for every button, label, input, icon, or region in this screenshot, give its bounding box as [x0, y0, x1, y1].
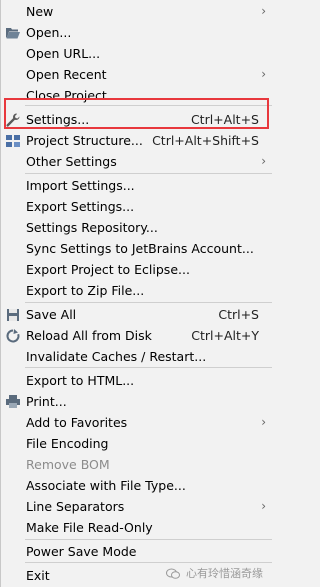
watermark: 心有玲惜涵奇缘 — [165, 565, 263, 583]
submenu-arrow-icon: › — [261, 4, 266, 18]
menu-item-label: Reload All from Disk — [26, 328, 152, 343]
menu-item-open-recent[interactable]: Open Recent › — [1, 64, 272, 85]
menu-item-print[interactable]: Print... — [1, 391, 272, 412]
wechat-icon — [165, 568, 180, 579]
menu-item-export-settings[interactable]: Export Settings... — [1, 196, 272, 217]
menu-item-label: Save All — [26, 307, 77, 322]
submenu-arrow-icon: › — [261, 499, 266, 513]
menu-item-shortcut: Ctrl+Alt+Shift+S — [152, 133, 259, 148]
menu-separator — [25, 539, 272, 540]
menu-item-import-settings[interactable]: Import Settings... — [1, 175, 272, 196]
menu-item-label: Open Recent — [26, 67, 107, 82]
menu-separator — [25, 367, 272, 368]
folder-open-icon — [5, 25, 21, 41]
menu-separator — [25, 173, 272, 174]
menu-item-label: Import Settings... — [26, 178, 135, 193]
file-menu: New › Open... Open URL... Open Recent › … — [0, 0, 272, 587]
menu-item-power-save-mode[interactable]: Power Save Mode — [1, 541, 272, 562]
menu-item-label: Export to HTML... — [26, 373, 135, 388]
menu-item-make-read-only[interactable]: Make File Read-Only — [1, 517, 272, 538]
save-icon — [5, 307, 21, 323]
menu-item-shortcut: Ctrl+Alt+Y — [191, 328, 259, 343]
menu-item-label: Power Save Mode — [26, 544, 137, 559]
menu-item-label: Export to Zip File... — [26, 283, 145, 298]
menu-item-reload-all[interactable]: Reload All from Disk Ctrl+Alt+Y — [1, 325, 272, 346]
menu-item-export-zip[interactable]: Export to Zip File... — [1, 280, 272, 301]
menu-item-remove-bom: Remove BOM — [1, 454, 272, 475]
menu-item-label: Settings Repository... — [26, 220, 158, 235]
menu-item-label: Print... — [26, 394, 67, 409]
menu-separator — [25, 562, 272, 563]
menu-item-label: Open URL... — [26, 46, 101, 61]
menu-item-save-all[interactable]: Save All Ctrl+S — [1, 304, 272, 325]
menu-item-add-to-favorites[interactable]: Add to Favorites › — [1, 412, 272, 433]
menu-item-project-structure[interactable]: Project Structure... Ctrl+Alt+Shift+S — [1, 130, 272, 151]
menu-item-label: File Encoding — [26, 436, 109, 451]
menu-item-file-encoding[interactable]: File Encoding — [1, 433, 272, 454]
menu-item-label: Other Settings — [26, 154, 117, 169]
printer-icon — [5, 394, 21, 410]
menu-item-label: Line Separators — [26, 499, 125, 514]
menu-item-associate-file-type[interactable]: Associate with File Type... — [1, 475, 272, 496]
menu-item-open-url[interactable]: Open URL... — [1, 43, 272, 64]
menu-item-label: Exit — [26, 568, 50, 583]
menu-item-label: New — [26, 4, 54, 19]
menu-item-label: Project Structure... — [26, 133, 143, 148]
submenu-arrow-icon: › — [261, 154, 266, 168]
watermark-text: 心有玲惜涵奇缘 — [186, 567, 263, 580]
menu-item-export-eclipse[interactable]: Export Project to Eclipse... — [1, 259, 272, 280]
menu-item-export-html[interactable]: Export to HTML... — [1, 370, 272, 391]
menu-item-open[interactable]: Open... — [1, 22, 272, 43]
menu-item-label: Export Project to Eclipse... — [26, 262, 190, 277]
menu-item-label: Make File Read-Only — [26, 520, 153, 535]
settings-highlight-box — [4, 98, 269, 129]
menu-item-label: Invalidate Caches / Restart... — [26, 349, 207, 364]
reload-icon — [5, 328, 21, 344]
menu-item-new[interactable]: New › — [1, 1, 272, 22]
menu-item-label: Associate with File Type... — [26, 478, 186, 493]
menu-item-other-settings[interactable]: Other Settings › — [1, 151, 272, 172]
menu-item-sync-settings[interactable]: Sync Settings to JetBrains Account... — [1, 238, 272, 259]
menu-separator — [25, 302, 272, 303]
menu-item-label: Remove BOM — [26, 457, 110, 472]
menu-item-shortcut: Ctrl+S — [218, 307, 259, 322]
menu-item-label: Open... — [26, 25, 72, 40]
menu-item-settings-repository[interactable]: Settings Repository... — [1, 217, 272, 238]
menu-item-label: Add to Favorites — [26, 415, 128, 430]
menu-item-label: Export Settings... — [26, 199, 135, 214]
project-structure-icon — [5, 133, 21, 149]
menu-item-line-separators[interactable]: Line Separators › — [1, 496, 272, 517]
menu-item-invalidate-caches[interactable]: Invalidate Caches / Restart... — [1, 346, 272, 367]
submenu-arrow-icon: › — [261, 67, 266, 81]
menu-item-label: Sync Settings to JetBrains Account... — [26, 241, 254, 256]
submenu-arrow-icon: › — [261, 415, 266, 429]
